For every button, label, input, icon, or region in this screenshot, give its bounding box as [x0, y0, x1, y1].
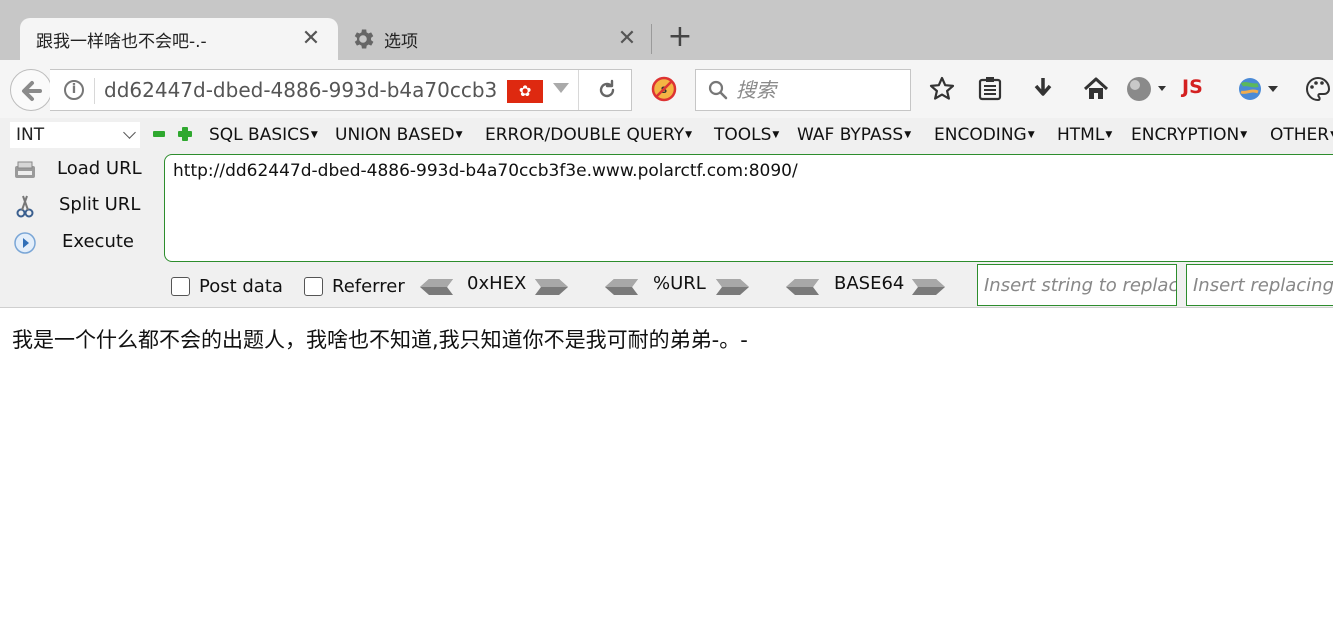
load-url-button[interactable]: Load URL: [10, 155, 160, 185]
menu-sql-basics[interactable]: SQL BASICS▼: [209, 125, 318, 145]
tab-options[interactable]: 选项 ✕: [338, 18, 650, 60]
post-data-checkbox[interactable]: Post data: [171, 276, 291, 298]
increase-icon[interactable]: [178, 127, 192, 141]
chevron-down-icon[interactable]: [1268, 86, 1278, 92]
decode-hex-arrow-icon[interactable]: [419, 277, 453, 297]
split-url-button[interactable]: Split URL: [10, 191, 160, 221]
divider: [94, 78, 95, 104]
chevron-down-icon: [123, 126, 136, 139]
hackbar-panel: INT SQL BASICS▼ UNION BASED▼ ERROR/DOUBL…: [0, 118, 1333, 308]
palette-icon[interactable]: [1304, 75, 1332, 103]
url-text[interactable]: dd62447d-dbed-4886-993d-b4a70ccb3: [104, 78, 504, 102]
hex-label: 0xHEX: [467, 273, 527, 294]
menu-label: ERROR/DOUBLE QUERY: [485, 125, 685, 145]
url-encode-label: %URL: [653, 273, 706, 294]
split-url-label: Split URL: [59, 194, 141, 215]
bookmark-star-icon[interactable]: [928, 75, 956, 103]
url-textarea[interactable]: http://dd62447d-dbed-4886-993d-b4a70ccb3…: [164, 154, 1333, 262]
menu-union-based[interactable]: UNION BASED▼: [335, 125, 463, 145]
menu-label: SQL BASICS: [209, 125, 310, 145]
execute-button[interactable]: Execute: [10, 228, 160, 258]
back-button[interactable]: [10, 69, 52, 111]
menu-label: ENCRYPTION: [1131, 125, 1240, 145]
decode-url-arrow-icon[interactable]: [604, 277, 638, 297]
menu-error-double-query[interactable]: ERROR/DOUBLE QUERY▼: [485, 125, 692, 145]
menu-label: OTHER: [1270, 125, 1330, 145]
gear-icon: [354, 29, 374, 49]
home-icon[interactable]: [1082, 75, 1110, 103]
decrease-icon[interactable]: [153, 131, 165, 137]
menu-waf-bypass[interactable]: WAF BYPASS▼: [797, 125, 911, 145]
info-icon[interactable]: i: [64, 80, 84, 100]
play-icon: [14, 232, 36, 254]
menu-html[interactable]: HTML▼: [1057, 125, 1112, 145]
divider: [578, 70, 579, 110]
noscript-icon[interactable]: S: [651, 76, 677, 102]
menu-label: ENCODING: [934, 125, 1027, 145]
insert-string-field[interactable]: Insert string to replace: [977, 264, 1177, 306]
referrer-checkbox[interactable]: Referrer: [304, 276, 414, 298]
menu-encoding[interactable]: ENCODING▼: [934, 125, 1035, 145]
new-tab-button[interactable]: +: [666, 22, 694, 52]
js-switch-icon[interactable]: JS: [1182, 76, 1203, 98]
menu-label: HTML: [1057, 125, 1105, 145]
encode-url-arrow-icon[interactable]: [716, 277, 750, 297]
page-body-text: 我是一个什么都不会的出题人，我啥也不知道,我只知道你不是我可耐的弟弟-。-: [12, 328, 748, 352]
encode-base64-arrow-icon[interactable]: [912, 277, 946, 297]
scissors-icon: [16, 195, 34, 218]
menu-label: UNION BASED: [335, 125, 455, 145]
tab-title: 选项: [384, 32, 418, 52]
checkbox-box[interactable]: [171, 277, 190, 296]
globe-icon[interactable]: [1125, 75, 1153, 103]
close-icon[interactable]: ✕: [616, 28, 638, 50]
download-icon[interactable]: [1029, 75, 1057, 103]
menu-label: TOOLS: [714, 125, 772, 145]
post-data-label: Post data: [199, 276, 283, 297]
chevron-down-icon[interactable]: [1158, 86, 1166, 91]
proxy-switch-icon[interactable]: [1236, 75, 1264, 103]
url-bar[interactable]: i dd62447d-dbed-4886-993d-b4a70ccb3 ✿: [50, 69, 632, 111]
tab-strip: 跟我一样啥也不会吧-.- ✕ 选项 ✕ +: [0, 0, 1333, 60]
load-url-label: Load URL: [57, 158, 142, 179]
menu-label: WAF BYPASS: [797, 125, 904, 145]
reading-list-icon[interactable]: [976, 75, 1004, 103]
referrer-label: Referrer: [332, 276, 405, 297]
execute-label: Execute: [62, 231, 134, 252]
navigation-bar: i dd62447d-dbed-4886-993d-b4a70ccb3 ✿ S: [0, 60, 1333, 118]
search-icon: [708, 80, 728, 100]
hong-kong-flag-icon[interactable]: ✿: [507, 80, 543, 103]
reload-icon[interactable]: [595, 78, 619, 102]
tab-title: 跟我一样啥也不会吧-.-: [36, 32, 207, 52]
search-input[interactable]: [736, 76, 906, 104]
close-icon[interactable]: ✕: [300, 28, 322, 50]
type-select[interactable]: INT: [10, 122, 140, 148]
search-bar[interactable]: [695, 69, 911, 111]
chevron-down-icon[interactable]: [553, 83, 569, 93]
back-arrow-icon: [22, 81, 42, 101]
decode-base64-arrow-icon[interactable]: [785, 277, 819, 297]
load-url-icon: [15, 161, 35, 178]
tab-active[interactable]: 跟我一样啥也不会吧-.- ✕: [20, 18, 338, 60]
type-select-value: INT: [16, 125, 45, 145]
menu-tools[interactable]: TOOLS▼: [714, 125, 779, 145]
base64-label: BASE64: [834, 273, 905, 294]
encode-hex-arrow-icon[interactable]: [535, 277, 569, 297]
menu-other[interactable]: OTHER▼: [1270, 125, 1333, 145]
tab-separator: [651, 24, 652, 54]
checkbox-box[interactable]: [304, 277, 323, 296]
menu-encryption[interactable]: ENCRYPTION▼: [1131, 125, 1247, 145]
insert-replacing-field[interactable]: Insert replacing string: [1186, 264, 1333, 306]
